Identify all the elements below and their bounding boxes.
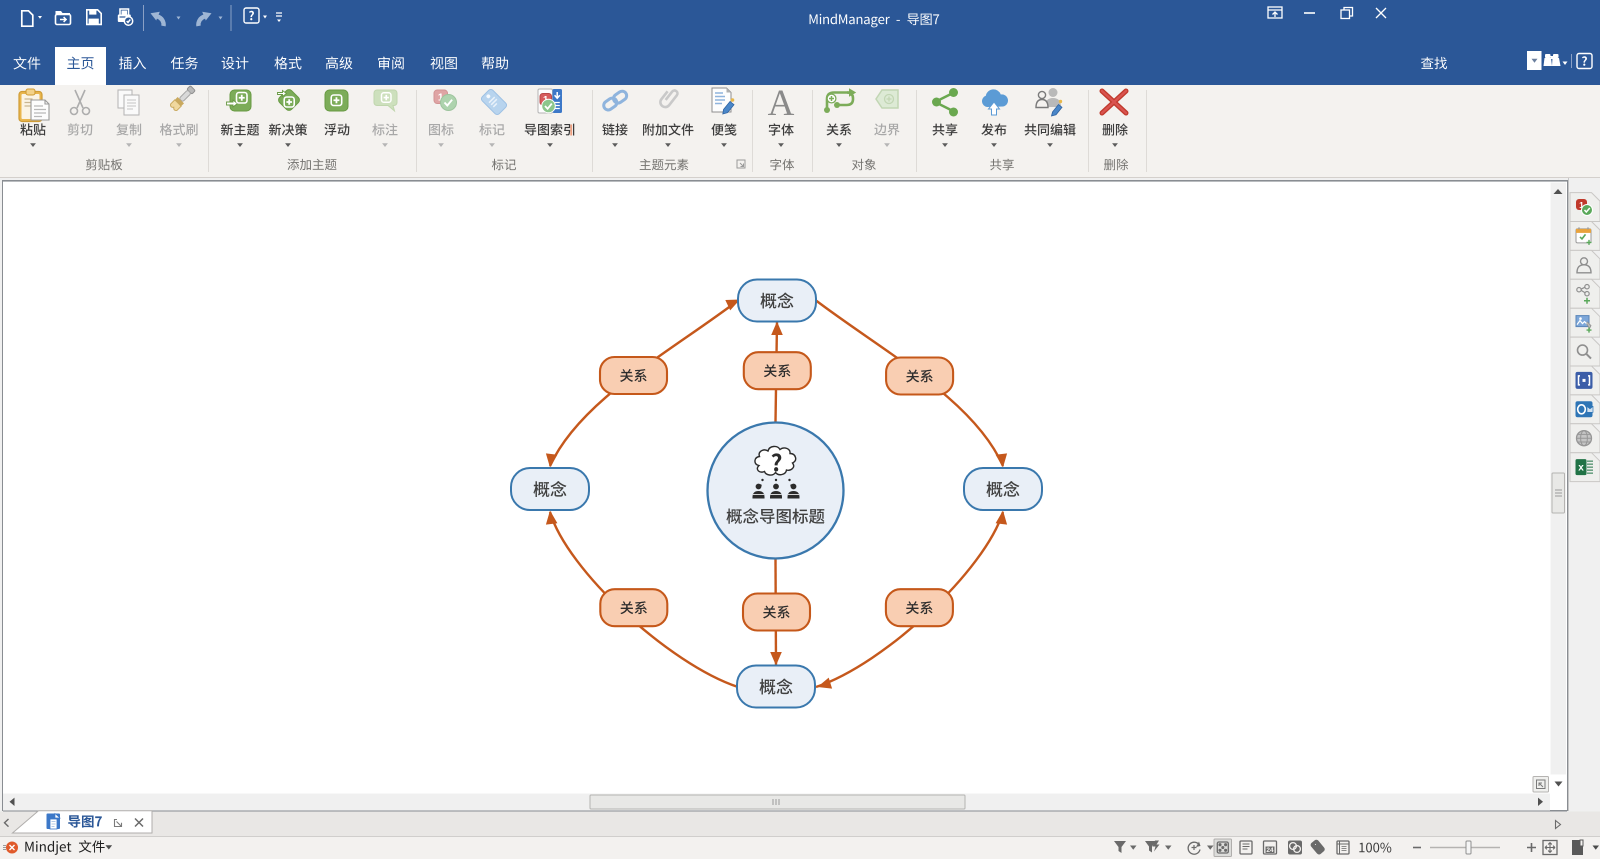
svg-text:A: A: [768, 83, 795, 124]
svg-text:24: 24: [1266, 847, 1274, 854]
svg-text:x: x: [1578, 463, 1584, 474]
